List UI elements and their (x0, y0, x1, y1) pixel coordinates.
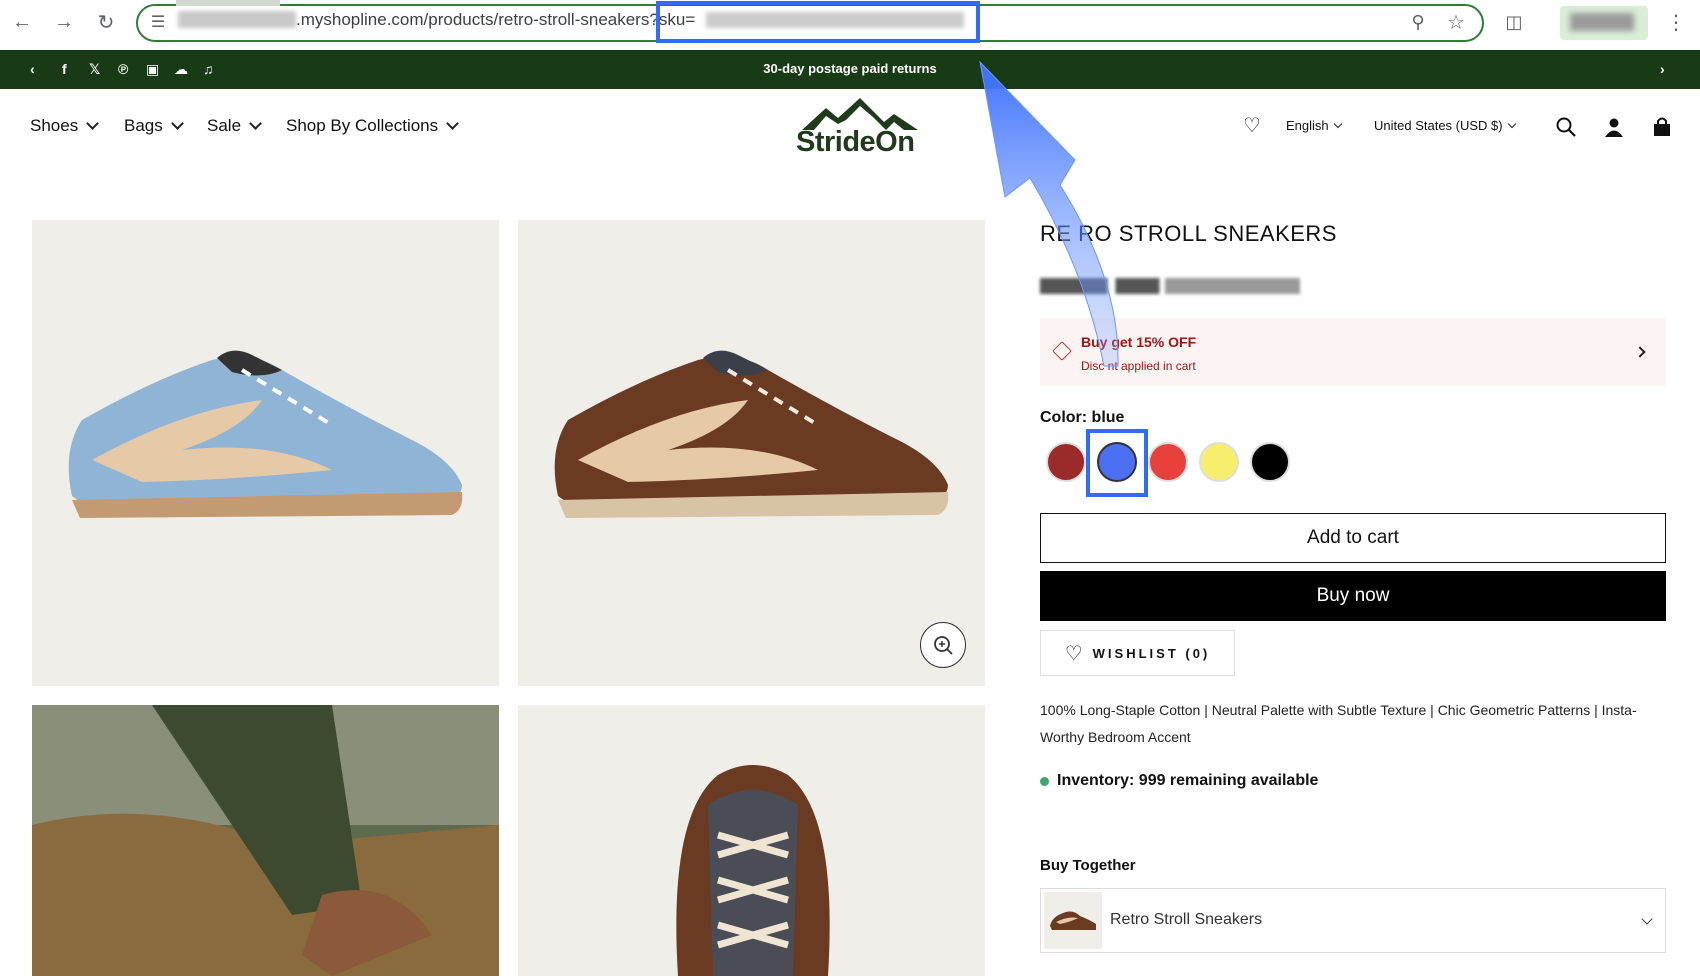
zoom-in-icon (934, 636, 953, 655)
price-redaction (1040, 278, 1300, 294)
swatch-highlight-box (1086, 429, 1148, 497)
blue-sneaker-image (68, 350, 463, 518)
bundle-thumbnail (1044, 892, 1102, 949)
buy-now-button[interactable]: Buy now (1040, 571, 1666, 621)
reload-icon[interactable]: ↻ (92, 8, 120, 36)
nav-item-sale[interactable]: Sale (207, 116, 262, 136)
url-redaction (176, 0, 280, 6)
chevron-down-icon (1333, 119, 1342, 128)
product-image-brown[interactable] (518, 220, 985, 686)
cart-bag-icon[interactable] (1651, 116, 1673, 138)
currency-label: United States (USD $) (1374, 118, 1503, 133)
profile-redaction (1570, 13, 1634, 31)
status-dot-icon (1040, 776, 1049, 786)
nav-item-collections[interactable]: Shop By Collections (286, 116, 460, 136)
heart-icon: ♡ (1064, 642, 1083, 665)
search-icon[interactable] (1555, 116, 1577, 138)
nav-label: Shop By Collections (286, 116, 439, 135)
logo-text[interactable]: StrideOn (796, 126, 915, 159)
swatch-red-brown[interactable] (1046, 442, 1086, 482)
currency-selector[interactable]: United States (USD $) (1374, 118, 1516, 133)
sku-highlight-box (656, 1, 980, 43)
nav-label: Bags (124, 116, 163, 135)
chevron-right-icon[interactable]: › (1660, 61, 1665, 77)
chevron-down-icon (1641, 913, 1653, 925)
extensions-icon[interactable]: ◫ (1500, 8, 1528, 36)
add-to-cart-button[interactable]: Add to cart (1040, 513, 1666, 563)
url-text[interactable]: .myshopline.com/products/retro-stroll-sn… (160, 10, 695, 30)
nav-item-shoes[interactable]: Shoes (30, 116, 100, 136)
language-label: English (1286, 118, 1329, 133)
buy-together-heading: Buy Together (1040, 857, 1136, 874)
swatch-black[interactable] (1250, 442, 1290, 482)
chevron-down-icon (170, 116, 184, 130)
nav-label: Shoes (30, 116, 79, 135)
promo-title: Buy get 15% OFF (1081, 334, 1197, 350)
browser-toolbar: ← → ↻ ☰ .myshopline.com/products/retro-s… (0, 0, 1700, 46)
chevron-down-icon (86, 116, 100, 130)
zoom-icon[interactable]: ⚲ (1404, 8, 1432, 36)
back-arrow-icon[interactable]: ← (8, 8, 36, 36)
inventory-status: Inventory: 999 remaining available (1040, 772, 1318, 790)
account-icon[interactable] (1603, 116, 1625, 138)
product-image-lifestyle[interactable] (32, 705, 499, 976)
zoom-image-button[interactable] (920, 622, 966, 668)
product-description: 100% Long-Staple Cotton | Neutral Palett… (1040, 702, 1637, 745)
language-selector[interactable]: English (1286, 118, 1342, 133)
top-view-sneaker-image (676, 765, 830, 976)
heart-icon[interactable]: ♡ (1243, 116, 1265, 136)
chevron-right-icon (1634, 346, 1646, 358)
announcement-text: 30-day postage paid returns (763, 61, 937, 76)
bookmark-star-icon[interactable]: ☆ (1442, 8, 1470, 36)
promo-banner[interactable]: Buy get 15% OFF Disc nt applied in cart (1040, 318, 1666, 386)
color-label: Color: blue (1040, 409, 1125, 426)
url-domain: .myshopline.com/products/retro-stroll-sn… (296, 10, 650, 29)
promo-subtitle: Disc nt applied in cart (1081, 359, 1196, 373)
brown-sneaker-thumbnail (1050, 911, 1096, 930)
bundle-product-name: Retro Stroll Sneakers (1110, 911, 1263, 928)
lifestyle-photo-image (32, 705, 499, 976)
brown-sneaker-image (554, 350, 949, 518)
browser-menu-icon[interactable]: ⋮ (1662, 8, 1690, 36)
nav-label: Sale (207, 116, 242, 135)
product-image-blue[interactable] (32, 220, 499, 686)
wishlist-label: WISHLIST (0) (1092, 645, 1211, 661)
forward-arrow-icon[interactable]: → (50, 8, 78, 36)
swatch-red[interactable] (1148, 442, 1188, 482)
product-image-top-view[interactable] (518, 705, 985, 976)
wishlist-button[interactable]: ♡ WISHLIST (0) (1040, 630, 1235, 676)
nav-item-bags[interactable]: Bags (124, 116, 184, 136)
inventory-text: Inventory: 999 remaining available (1057, 772, 1319, 789)
product-title: RE RO STROLL SNEAKERS (1040, 221, 1337, 246)
announcement-bar: ‹ f 𝕏 ℗ ▣ ☁ ♫ 30-day postage paid return… (0, 50, 1700, 89)
swatch-yellow[interactable] (1199, 442, 1239, 482)
bundle-product-select[interactable]: Retro Stroll Sneakers (1040, 888, 1666, 953)
chevron-down-icon (446, 116, 460, 130)
chevron-down-icon (249, 116, 262, 130)
chevron-down-icon (1507, 119, 1516, 128)
tag-icon (1052, 341, 1072, 361)
